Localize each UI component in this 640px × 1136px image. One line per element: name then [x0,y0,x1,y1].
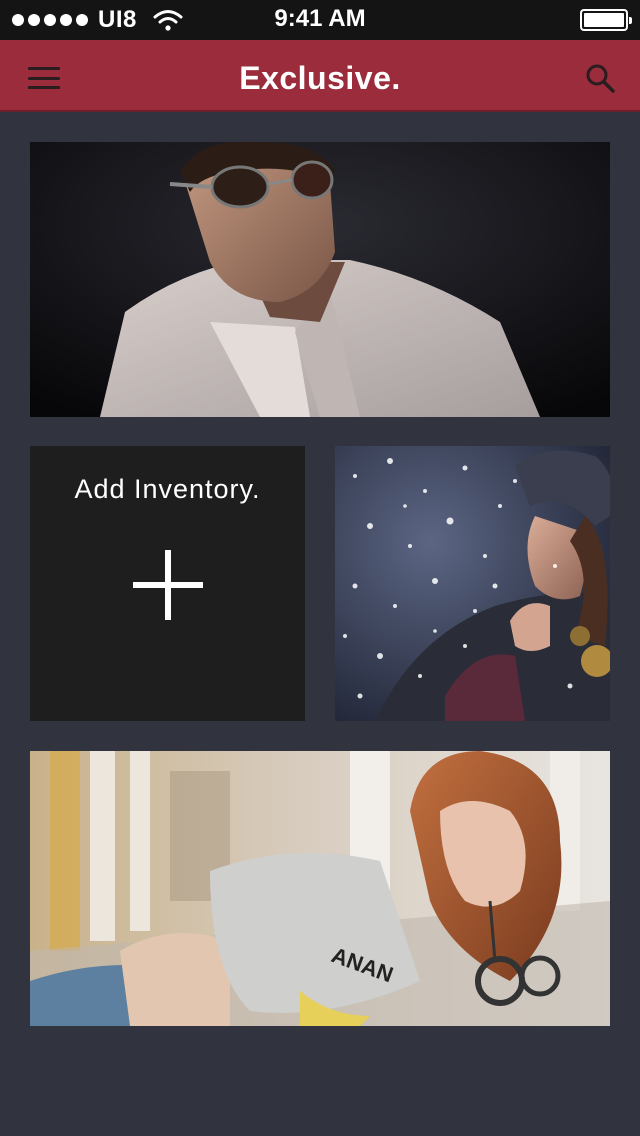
battery-icon [580,9,632,31]
status-bar: UI8 9:41 AM [0,0,640,40]
inventory-tile-woman-tshirt[interactable]: ANAN [30,751,610,1026]
nav-bar: Exclusive. [0,40,640,112]
photo-woman-tshirt: ANAN [30,751,610,1026]
photo-man-sunglasses [30,142,610,417]
inventory-tile-man-sunglasses[interactable] [30,142,610,417]
status-time: 9:41 AM [274,5,366,32]
page-title: Exclusive. [239,60,401,96]
search-button[interactable] [584,62,616,94]
add-inventory-label: Add Inventory. [74,474,261,504]
inventory-tile-woman-winter[interactable] [335,446,610,721]
photo-woman-winter [335,446,610,721]
search-icon [586,64,615,93]
add-inventory-tile[interactable]: Add Inventory. [30,446,305,721]
plus-icon [133,550,203,620]
